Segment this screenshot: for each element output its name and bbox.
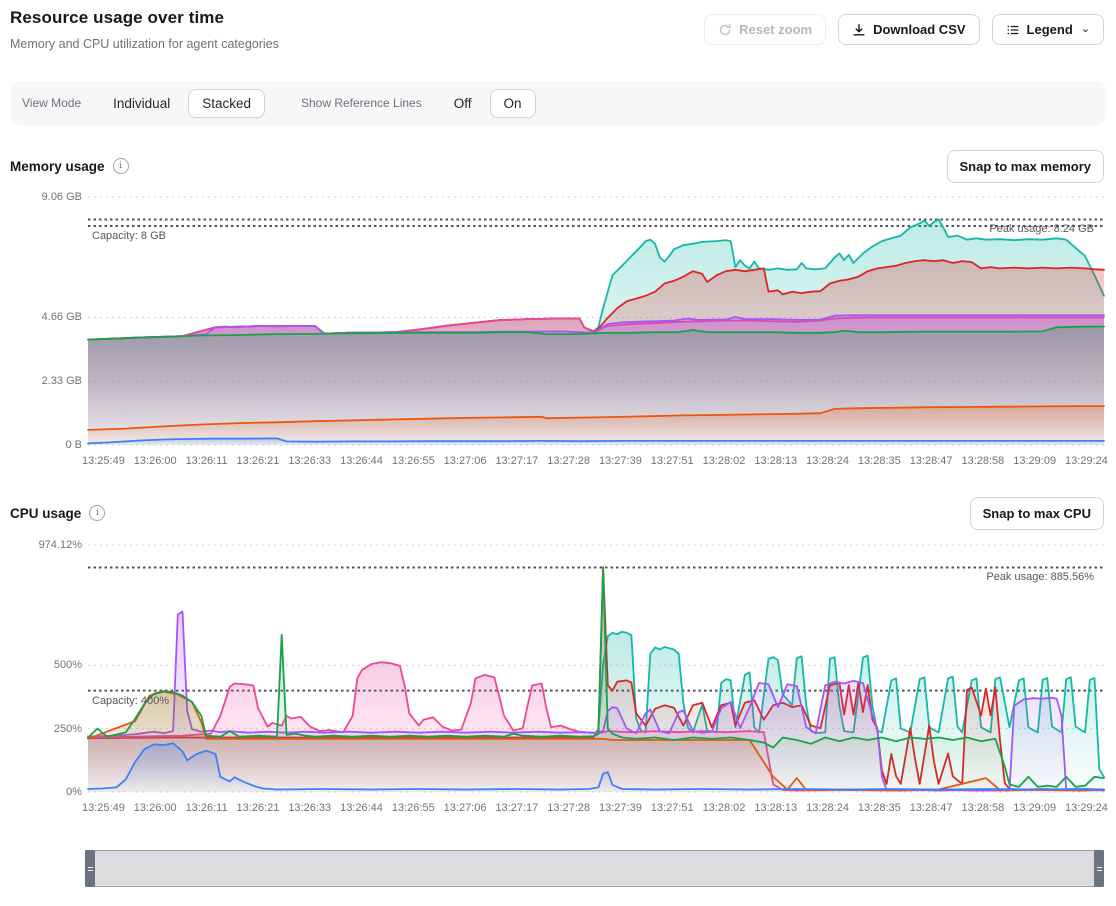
x-tick-label: 13:26:33 [288, 802, 331, 814]
reference-line-label: Capacity: 400% [92, 695, 169, 707]
memory-x-axis: 13:25:49 13:26:00 13:26:11 13:26:21 13:26:33… [82, 455, 1108, 467]
x-tick-label: 13:27:06 [444, 802, 487, 814]
download-csv-button[interactable]: Download CSV [838, 14, 979, 45]
x-tick-label: 13:26:55 [392, 802, 435, 814]
reference-line-label: Peak usage: 8.24 GB [989, 223, 1094, 235]
cpu-y-axis: 0%250%500%974.12% [8, 545, 82, 792]
x-tick-label: 13:28:24 [806, 802, 849, 814]
x-tick-label: 13:27:39 [599, 455, 642, 467]
x-tick-label: 13:27:51 [651, 802, 694, 814]
cpu-x-axis: 13:25:49 13:26:00 13:26:11 13:26:21 13:26:33… [82, 802, 1108, 814]
x-tick-label: 13:25:49 [82, 455, 125, 467]
snap-to-max-cpu-button[interactable]: Snap to max CPU [970, 497, 1104, 530]
y-tick-label: 974.12% [39, 539, 82, 551]
x-tick-label: 13:26:21 [237, 802, 280, 814]
x-tick-label: 13:28:13 [754, 455, 797, 467]
reference-line-label: Peak usage: 885.56% [986, 571, 1094, 583]
x-tick-label: 13:26:33 [288, 455, 331, 467]
x-tick-label: 13:28:47 [910, 455, 953, 467]
x-tick-label: 13:27:17 [495, 455, 538, 467]
x-tick-label: 13:27:39 [599, 802, 642, 814]
cpu-section-title: CPU usage [10, 506, 81, 521]
x-tick-label: 13:28:35 [858, 455, 901, 467]
reset-zoom-label: Reset zoom [739, 22, 812, 37]
view-mode-label: View Mode [22, 96, 81, 110]
page-title: Resource usage over time [10, 8, 224, 28]
x-tick-label: 13:27:28 [547, 455, 590, 467]
legend-button[interactable]: Legend ⌄ [992, 14, 1104, 45]
download-csv-label: Download CSV [873, 22, 965, 37]
reference-lines-label: Show Reference Lines [301, 96, 422, 110]
brush-handle-right[interactable] [1094, 850, 1104, 887]
info-icon[interactable]: i [113, 158, 129, 174]
chart-options-toolbar: View Mode Individual Stacked Show Refere… [10, 81, 1106, 125]
x-tick-label: 13:27:17 [495, 802, 538, 814]
snap-to-max-memory-button[interactable]: Snap to max memory [947, 150, 1105, 183]
time-range-brush[interactable] [85, 850, 1104, 887]
x-tick-label: 13:26:11 [186, 455, 228, 467]
x-tick-label: 13:28:13 [754, 802, 797, 814]
view-mode-individual[interactable]: Individual [99, 89, 184, 118]
y-tick-label: 250% [54, 723, 82, 735]
x-tick-label: 13:29:24 [1065, 455, 1108, 467]
header-actions: Reset zoom Download CSV Legend ⌄ [704, 14, 1104, 45]
cpu-chart[interactable]: Capacity: 400% Peak usage: 885.56% [88, 545, 1104, 792]
info-icon[interactable]: i [89, 505, 105, 521]
view-mode-stacked[interactable]: Stacked [188, 89, 265, 118]
memory-chart[interactable]: Capacity: 8 GB Peak usage: 8.24 GB [88, 197, 1104, 445]
reference-line-label: Capacity: 8 GB [92, 230, 166, 242]
x-tick-label: 13:29:09 [1013, 455, 1056, 467]
y-tick-label: 0 B [65, 439, 82, 451]
x-tick-label: 13:29:24 [1065, 802, 1108, 814]
x-tick-label: 13:27:06 [444, 455, 487, 467]
x-tick-label: 13:28:24 [806, 455, 849, 467]
memory-y-axis: 0 B2.33 GB4.66 GB9.06 GB [8, 197, 82, 445]
x-tick-label: 13:28:02 [703, 455, 746, 467]
memory-section-title: Memory usage [10, 159, 105, 174]
reset-zoom-button[interactable]: Reset zoom [704, 14, 826, 45]
x-tick-label: 13:28:47 [910, 802, 953, 814]
page-subtitle: Memory and CPU utilization for agent cat… [10, 37, 279, 51]
legend-list-icon [1006, 23, 1020, 37]
brush-handle-left[interactable] [85, 850, 95, 887]
reference-lines-off[interactable]: Off [440, 89, 486, 118]
x-tick-label: 13:25:49 [82, 802, 125, 814]
x-tick-label: 13:28:35 [858, 802, 901, 814]
y-tick-label: 500% [54, 659, 82, 671]
x-tick-label: 13:29:09 [1013, 802, 1056, 814]
x-tick-label: 13:28:58 [961, 455, 1004, 467]
y-tick-label: 9.06 GB [42, 191, 82, 203]
legend-label: Legend [1027, 22, 1073, 37]
x-tick-label: 13:26:11 [186, 802, 228, 814]
x-tick-label: 13:26:00 [134, 455, 177, 467]
y-tick-label: 4.66 GB [42, 311, 82, 323]
chevron-down-icon: ⌄ [1081, 22, 1090, 35]
x-tick-label: 13:26:21 [237, 455, 280, 467]
x-tick-label: 13:26:00 [134, 802, 177, 814]
x-tick-label: 13:28:58 [961, 802, 1004, 814]
x-tick-label: 13:26:44 [340, 455, 383, 467]
x-tick-label: 13:28:02 [703, 802, 746, 814]
y-tick-label: 2.33 GB [42, 375, 82, 387]
x-tick-label: 13:26:44 [340, 802, 383, 814]
x-tick-label: 13:27:28 [547, 802, 590, 814]
reference-lines-on[interactable]: On [490, 89, 536, 118]
x-tick-label: 13:27:51 [651, 455, 694, 467]
download-icon [852, 23, 866, 37]
y-tick-label: 0% [66, 786, 82, 798]
x-tick-label: 13:26:55 [392, 455, 435, 467]
reset-icon [718, 23, 732, 37]
